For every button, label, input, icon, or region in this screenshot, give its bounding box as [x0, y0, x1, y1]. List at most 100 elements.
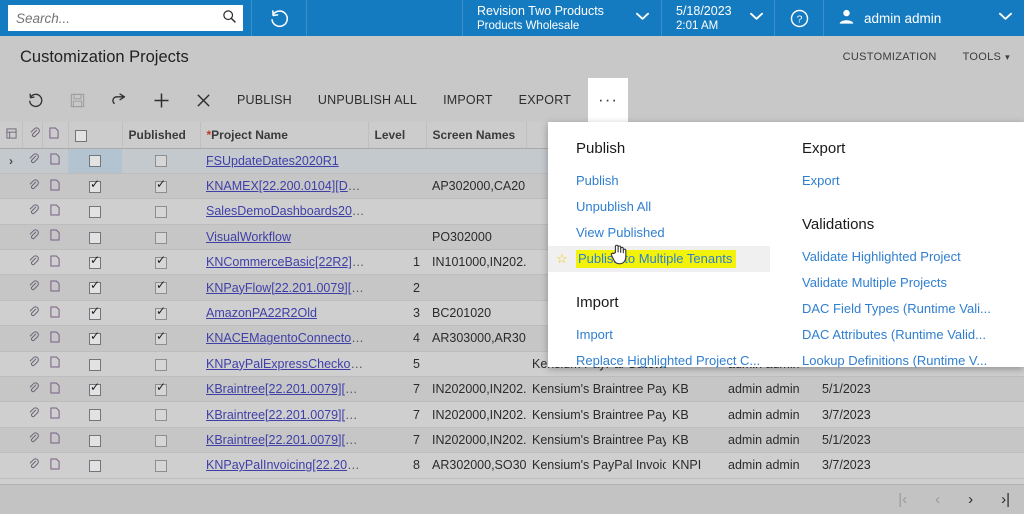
menu-item-replace-highlighted-project-c[interactable]: Replace Highlighted Project C... — [576, 348, 786, 374]
business-date-selector[interactable]: 5/18/2023 2:01 AM — [662, 0, 774, 36]
row-project-name-cell[interactable]: KBraintree[22.201.0079][… — [200, 401, 368, 428]
row-published-cell[interactable] — [122, 249, 200, 276]
row-select-checkbox[interactable] — [89, 304, 101, 320]
row-select-checkbox[interactable] — [89, 231, 101, 244]
menu-item-import[interactable]: Import — [576, 322, 786, 348]
row-attachment-cell[interactable] — [22, 274, 42, 301]
paperclip-icon[interactable] — [28, 178, 39, 194]
row-attachment-cell[interactable] — [22, 249, 42, 276]
row-note-cell[interactable] — [42, 376, 68, 403]
row-project-name-cell[interactable]: AmazonPA22R2Old — [200, 300, 368, 327]
paperclip-icon[interactable] — [28, 356, 39, 371]
row-note-cell[interactable] — [42, 274, 68, 301]
row-published-checkbox[interactable] — [155, 434, 167, 447]
table-row[interactable]: KBraintree[22.201.0079][…7IN202000,IN202… — [0, 376, 1024, 403]
row-project-name-cell[interactable]: KBraintree[22.201.0079][… — [200, 376, 368, 403]
project-name-link[interactable]: KNAMEX[22.200.0104][D — [206, 179, 348, 193]
paperclip-icon[interactable] — [28, 204, 39, 219]
project-name-link[interactable]: KNACEMagentoConnecto — [206, 331, 351, 345]
menu-item-dac-attributes-runtime-valid[interactable]: DAC Attributes (Runtime Valid... — [802, 322, 1024, 348]
user-menu[interactable]: admin admin — [824, 0, 1024, 36]
menu-item-view-published[interactable]: View Published — [576, 220, 786, 246]
help-circle-icon[interactable]: ? — [775, 0, 823, 36]
project-name-link[interactable]: KNPayFlow[22.201.0079][ — [206, 281, 351, 295]
row-published-cell[interactable] — [122, 198, 200, 225]
row-published-checkbox[interactable] — [155, 380, 167, 396]
more-actions-button[interactable]: ··· — [588, 78, 629, 122]
note-icon[interactable] — [50, 204, 60, 219]
row-published-cell[interactable] — [122, 224, 200, 251]
row-project-name-cell[interactable]: SalesDemoDashboards20… — [200, 198, 368, 225]
row-attachment-cell[interactable] — [22, 452, 42, 479]
search-box[interactable] — [8, 5, 243, 31]
row-project-name-cell[interactable]: KNPayFlow[22.201.0079][… — [200, 274, 368, 301]
project-name-link[interactable]: SalesDemoDashboards20 — [206, 204, 352, 218]
note-icon[interactable] — [50, 179, 60, 194]
paperclip-icon[interactable] — [28, 305, 39, 321]
undo-icon[interactable] — [98, 84, 140, 116]
row-attachment-cell[interactable] — [22, 376, 42, 403]
note-icon[interactable] — [50, 356, 60, 371]
row-select-checkbox[interactable] — [89, 155, 101, 168]
row-attachment-cell[interactable] — [22, 351, 42, 378]
project-name-link[interactable]: KBraintree[22.201.0079][ — [206, 433, 345, 447]
row-published-cell[interactable] — [122, 401, 200, 428]
project-name-link[interactable]: KNPayPalExpressChecko — [206, 357, 351, 371]
tools-menu-link[interactable]: TOOLS ▾ — [963, 51, 1010, 63]
project-name-link[interactable]: KNCommerceBasic[22R2] — [206, 255, 352, 269]
pager-next-button[interactable]: › — [968, 491, 973, 508]
menu-item-validate-highlighted-project[interactable]: Validate Highlighted Project — [802, 244, 1024, 270]
row-note-cell[interactable] — [42, 325, 68, 352]
project-name-link[interactable]: AmazonPA22R2Old — [206, 306, 317, 320]
note-icon[interactable] — [50, 458, 60, 473]
row-note-cell[interactable] — [42, 173, 68, 200]
pager-last-button[interactable]: ›| — [1001, 491, 1010, 508]
table-row[interactable]: KBraintree[22.201.0079][…7IN202000,IN202… — [0, 401, 1024, 428]
row-published-cell[interactable] — [122, 427, 200, 454]
paperclip-icon[interactable] — [28, 280, 39, 295]
row-attachment-cell[interactable] — [22, 173, 42, 200]
row-attachment-cell[interactable] — [22, 198, 42, 225]
menu-item-publish[interactable]: Publish — [576, 168, 786, 194]
row-select-checkbox[interactable] — [89, 253, 101, 269]
menu-item-unpublish-all[interactable]: Unpublish All — [576, 194, 786, 220]
row-published-cell[interactable] — [122, 173, 200, 200]
row-published-cell[interactable] — [122, 274, 200, 301]
row-select-checkbox[interactable] — [89, 358, 101, 371]
row-select-cell[interactable] — [68, 351, 122, 378]
row-published-checkbox[interactable] — [155, 206, 167, 219]
row-project-name-cell[interactable]: VisualWorkflow — [200, 224, 368, 251]
row-select-cell[interactable] — [68, 300, 122, 327]
unpublish-all-button[interactable]: UNPUBLISH ALL — [305, 84, 430, 116]
row-select-checkbox[interactable] — [89, 177, 101, 193]
row-published-checkbox[interactable] — [155, 278, 167, 295]
note-icon[interactable] — [50, 432, 60, 447]
pager-first-button[interactable]: |‹ — [898, 491, 907, 508]
row-attachment-cell[interactable] — [22, 401, 42, 428]
paperclip-icon[interactable] — [28, 432, 39, 447]
row-published-checkbox[interactable] — [155, 231, 167, 244]
import-button[interactable]: IMPORT — [430, 84, 506, 116]
search-icon[interactable] — [222, 9, 237, 29]
menu-item-export[interactable]: Export — [802, 168, 1024, 194]
row-published-cell[interactable] — [122, 148, 200, 174]
pager-prev-button[interactable]: ‹ — [935, 491, 940, 508]
select-all-checkbox[interactable] — [74, 129, 87, 142]
paperclip-icon[interactable] — [28, 229, 39, 244]
note-icon[interactable] — [50, 382, 60, 397]
menu-item-lookup-definitions-runtime-v[interactable]: Lookup Definitions (Runtime V... — [802, 348, 1024, 374]
export-button[interactable]: EXPORT — [506, 84, 584, 116]
row-attachment-cell[interactable] — [22, 224, 42, 251]
project-name-link[interactable]: VisualWorkflow — [206, 230, 291, 244]
column-header-select-all[interactable] — [68, 122, 123, 149]
row-select-cell[interactable] — [68, 427, 122, 454]
project-name-link[interactable]: KBraintree[22.201.0079][ — [206, 408, 345, 422]
row-select-cell[interactable] — [68, 224, 122, 251]
row-attachment-cell[interactable] — [22, 325, 42, 352]
row-note-cell[interactable] — [42, 427, 68, 454]
row-note-cell[interactable] — [42, 224, 68, 251]
paperclip-icon[interactable] — [28, 407, 39, 422]
row-select-checkbox[interactable] — [89, 206, 101, 219]
row-published-cell[interactable] — [122, 376, 200, 403]
row-select-cell[interactable] — [68, 325, 122, 352]
